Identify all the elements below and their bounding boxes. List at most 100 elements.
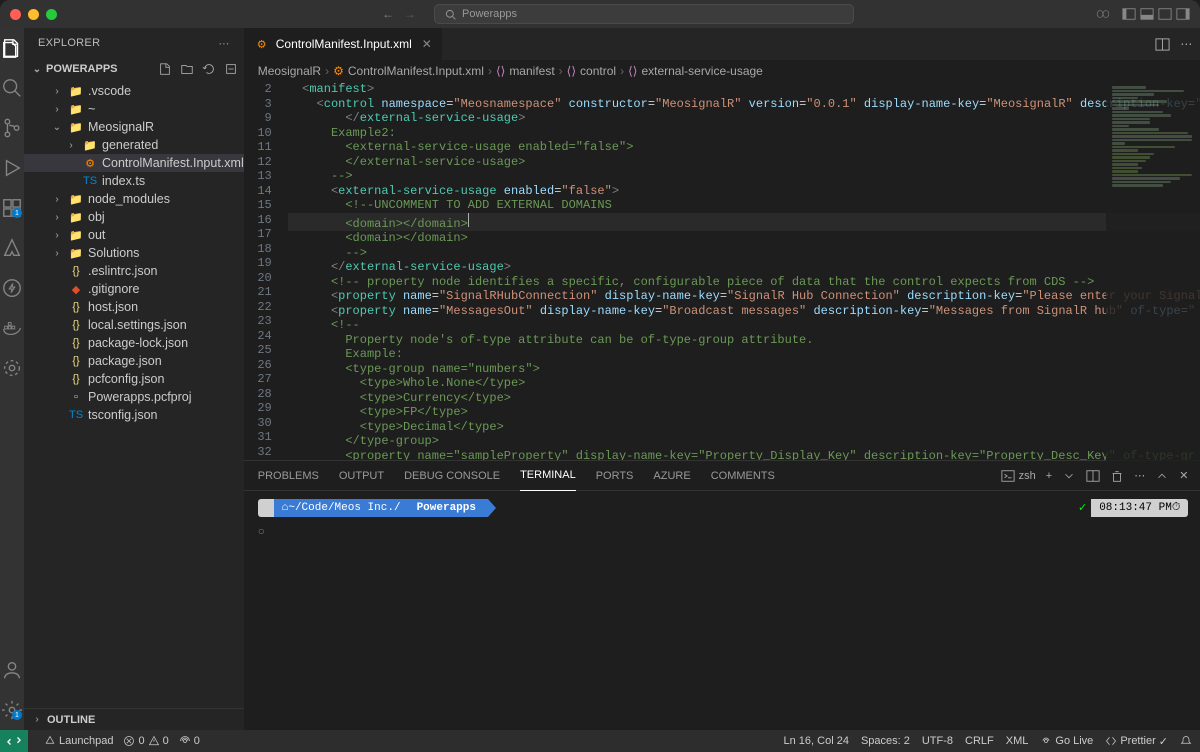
minimize-window-button[interactable] [28,9,39,20]
status-errors[interactable]: 0 0 [123,735,168,747]
explorer-title: EXPLORER [38,37,100,49]
editor-group: ⚙ ControlManifest.Input.xml ✕ ⋯ Meosigna… [244,28,1200,730]
breadcrumb-item[interactable]: ⚙ ControlManifest.Input.xml [333,64,484,78]
layout-toggle-secondary-icon[interactable] [1158,7,1172,21]
accounts-icon[interactable] [0,658,24,682]
new-terminal-icon[interactable]: + [1046,470,1052,482]
status-eol[interactable]: CRLF [965,735,994,747]
terminal-shell-label[interactable]: zsh [1001,469,1036,483]
status-ports[interactable]: 0 [179,735,200,747]
explorer-more-icon[interactable]: ⋯ [218,37,229,50]
azure-icon[interactable] [0,236,24,260]
breadcrumb-item[interactable]: MeosignalR [258,64,321,78]
split-terminal-icon[interactable] [1086,469,1100,483]
tree-item-package-lock-json[interactable]: {}package-lock.json [24,334,244,352]
extensions-icon[interactable]: 1 [0,196,24,220]
tree-item-local-settings-json[interactable]: {}local.settings.json [24,316,244,334]
search-view-icon[interactable] [0,76,24,100]
tree-item-controlmanifest-input-xml[interactable]: ⚙ControlManifest.Input.xml [24,154,244,172]
panel-tab-debug-console[interactable]: DEBUG CONSOLE [404,461,500,491]
explorer-view-icon[interactable] [0,36,24,60]
tree-item-solutions[interactable]: ›📁Solutions [24,244,244,262]
nav-back-icon[interactable]: ← [382,7,394,21]
tree-item-tsconfig-json[interactable]: TStsconfig.json [24,406,244,424]
run-debug-icon[interactable] [0,156,24,180]
maximize-panel-icon[interactable] [1155,469,1169,483]
status-prettier[interactable]: Prettier ✓ [1105,735,1168,748]
split-editor-icon[interactable] [1155,37,1170,52]
editor-more-icon[interactable]: ⋯ [1180,37,1192,51]
status-launchpad[interactable]: Launchpad [44,735,113,747]
tab-filename: ControlManifest.Input.xml [276,37,412,51]
layout-toggle-panel-icon[interactable] [1140,7,1154,21]
tree-item-host-json[interactable]: {}host.json [24,298,244,316]
new-folder-icon[interactable] [180,62,194,76]
terminal-cursor-icon: ○ [258,525,265,539]
close-panel-icon[interactable]: ✕ [1179,469,1188,482]
tree-item-out[interactable]: ›📁out [24,226,244,244]
remote-indicator[interactable] [0,730,28,752]
maximize-window-button[interactable] [46,9,57,20]
line-number-gutter: 2391011121314151617181920212223242526272… [244,82,288,460]
status-cursor-position[interactable]: Ln 16, Col 24 [784,735,849,747]
panel-tab-terminal[interactable]: TERMINAL [520,461,576,491]
titlebar: ← → Powerapps [0,0,1200,28]
source-control-icon[interactable] [0,116,24,140]
editor-tab[interactable]: ⚙ ControlManifest.Input.xml ✕ [244,28,443,60]
nav-forward-icon[interactable]: → [404,7,416,21]
kill-terminal-icon[interactable] [1110,469,1124,483]
breadcrumb-item[interactable]: ⟨⟩ manifest [496,64,555,78]
tree-item-obj[interactable]: ›📁obj [24,208,244,226]
collapse-all-icon[interactable] [224,62,238,76]
close-window-button[interactable] [10,9,21,20]
command-search-input[interactable]: Powerapps [434,4,854,24]
panel-tab-azure[interactable]: AZURE [653,461,690,491]
panel-tab-comments[interactable]: COMMENTS [711,461,775,491]
tree-item--vscode[interactable]: ›📁.vscode [24,82,244,100]
tree-item--eslintrc-json[interactable]: {}.eslintrc.json [24,262,244,280]
tree-item--gitignore[interactable]: ◆.gitignore [24,280,244,298]
status-bar: Launchpad 0 0 0 Ln 16, Col 24 Spaces: 2 … [0,730,1200,752]
refresh-icon[interactable] [202,62,216,76]
power-platform-icon[interactable] [0,276,24,300]
breadcrumb-item[interactable]: ⟨⟩ control [567,64,616,78]
explorer-header: EXPLORER ⋯ [24,28,244,58]
check-icon: ✓ [1078,501,1087,515]
tree-item-generated[interactable]: ›📁generated [24,136,244,154]
status-notifications-icon[interactable] [1180,735,1192,747]
tree-item--[interactable]: ›📁~ [24,100,244,118]
search-icon [445,9,456,20]
code-editor[interactable]: <manifest> <control namespace="Meosnames… [288,82,1200,460]
panel-more-icon[interactable]: ⋯ [1134,469,1145,482]
project-section-header[interactable]: ⌄ POWERAPPS [24,58,244,80]
outline-section[interactable]: › OUTLINE [24,708,244,730]
new-file-icon[interactable] [158,62,172,76]
layout-toggle-sidebar-icon[interactable] [1122,7,1136,21]
tree-item-package-json[interactable]: {}package.json [24,352,244,370]
panel-tab-problems[interactable]: PROBLEMS [258,461,319,491]
breadcrumb[interactable]: MeosignalR›⚙ ControlManifest.Input.xml›⟨… [244,60,1200,82]
status-golive[interactable]: Go Live [1040,735,1093,747]
layout-customize-icon[interactable] [1176,7,1190,21]
panel-tab-ports[interactable]: PORTS [596,461,634,491]
status-language[interactable]: XML [1006,735,1029,747]
minimap[interactable] [1106,82,1200,462]
status-spaces[interactable]: Spaces: 2 [861,735,910,747]
terminal-time: ✓ 08:13:47 PM ⏱ [1078,499,1188,517]
gitlens-icon[interactable] [0,356,24,380]
tree-item-meosignalr[interactable]: ⌄📁MeosignalR [24,118,244,136]
terminal[interactable]: ⌂ ~/Code/Meos Inc./Powerapps ✓ 08:13:47 … [244,491,1200,730]
outline-label: OUTLINE [47,714,95,726]
breadcrumb-item[interactable]: ⟨⟩ external-service-usage [628,64,763,78]
terminal-dropdown-icon[interactable] [1062,469,1076,483]
panel-tab-output[interactable]: OUTPUT [339,461,384,491]
settings-gear-icon[interactable]: 1 [0,698,24,722]
close-tab-icon[interactable]: ✕ [422,37,432,51]
copilot-icon[interactable] [1096,7,1110,21]
tree-item-pcfconfig-json[interactable]: {}pcfconfig.json [24,370,244,388]
docker-icon[interactable] [0,316,24,340]
tree-item-powerapps-pcfproj[interactable]: ▫Powerapps.pcfproj [24,388,244,406]
tree-item-node-modules[interactable]: ›📁node_modules [24,190,244,208]
status-encoding[interactable]: UTF-8 [922,735,953,747]
tree-item-index-ts[interactable]: TSindex.ts [24,172,244,190]
